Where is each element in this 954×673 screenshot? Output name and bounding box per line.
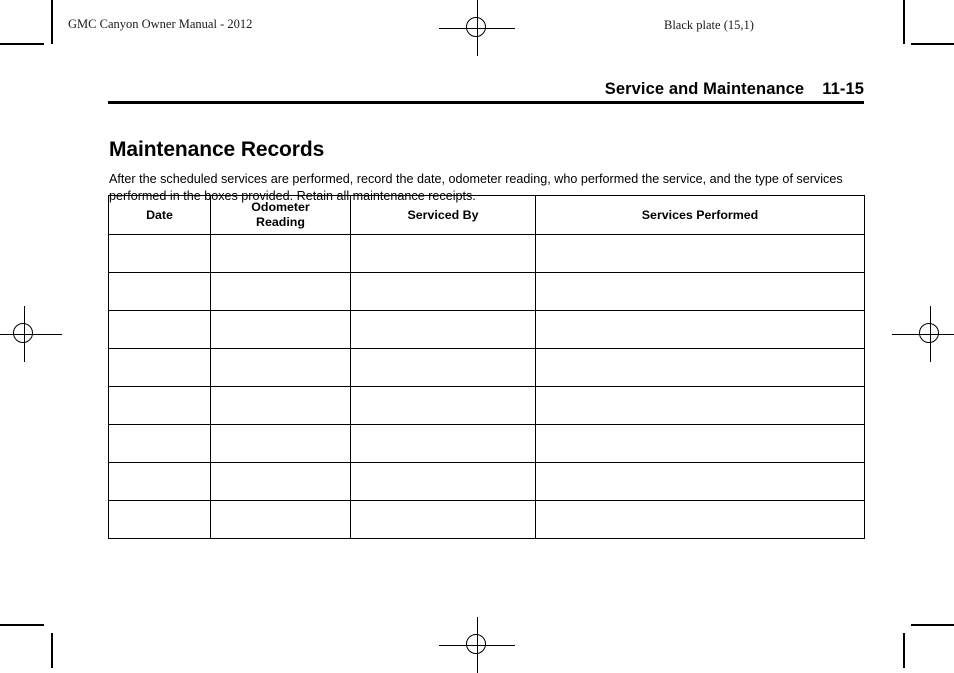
table-row — [108, 500, 865, 539]
column-header-date: Date — [108, 195, 211, 235]
table-row — [108, 424, 865, 463]
black-plate-note: Black plate (15,1) — [664, 18, 754, 32]
corner-crop-mark-icon — [911, 43, 954, 45]
cell-odometer[interactable] — [210, 310, 351, 349]
cell-services-performed[interactable] — [535, 386, 865, 425]
cell-date[interactable] — [108, 424, 211, 463]
registration-crosshair-icon — [919, 323, 939, 343]
cell-odometer[interactable] — [210, 348, 351, 387]
column-header-odometer-line1: Odometer — [251, 200, 310, 214]
page-title: Maintenance Records — [109, 138, 325, 162]
table-row — [108, 348, 865, 387]
cell-odometer[interactable] — [210, 386, 351, 425]
cell-serviced-by[interactable] — [350, 348, 536, 387]
page-number: 11-15 — [822, 80, 864, 98]
cell-odometer[interactable] — [210, 500, 351, 539]
corner-crop-mark-icon — [0, 624, 44, 626]
cell-odometer[interactable] — [210, 424, 351, 463]
cell-date[interactable] — [108, 348, 211, 387]
table-header-row: Date Odometer Reading Serviced By Servic… — [108, 195, 865, 235]
cell-date[interactable] — [108, 500, 211, 539]
cell-odometer[interactable] — [210, 462, 351, 501]
cell-services-performed[interactable] — [535, 348, 865, 387]
cell-date[interactable] — [108, 234, 211, 273]
corner-crop-mark-icon — [903, 633, 905, 668]
cell-serviced-by[interactable] — [350, 234, 536, 273]
cell-serviced-by[interactable] — [350, 424, 536, 463]
cell-date[interactable] — [108, 272, 211, 311]
cell-date[interactable] — [108, 462, 211, 501]
manual-title-running-head: GMC Canyon Owner Manual - 2012 — [68, 17, 253, 31]
cell-services-performed[interactable] — [535, 500, 865, 539]
corner-crop-mark-icon — [911, 624, 954, 626]
cell-services-performed[interactable] — [535, 272, 865, 311]
column-header-services-performed: Services Performed — [535, 195, 865, 235]
registration-crosshair-icon — [13, 323, 33, 343]
cell-date[interactable] — [108, 310, 211, 349]
column-header-odometer-reading: Odometer Reading — [210, 195, 351, 235]
section-title: Service and Maintenance — [604, 80, 805, 98]
corner-crop-mark-icon — [903, 0, 905, 44]
column-header-serviced-by: Serviced By — [350, 195, 536, 235]
cell-serviced-by[interactable] — [350, 462, 536, 501]
cell-services-performed[interactable] — [535, 424, 865, 463]
registration-crosshair-icon — [466, 634, 486, 654]
table-row — [108, 310, 865, 349]
table-body — [108, 234, 865, 539]
cell-services-performed[interactable] — [535, 462, 865, 501]
maintenance-records-table: Date Odometer Reading Serviced By Servic… — [108, 195, 865, 539]
table-row — [108, 386, 865, 425]
table-row — [108, 462, 865, 501]
column-header-odometer-line2: Reading — [256, 215, 305, 229]
cell-serviced-by[interactable] — [350, 310, 536, 349]
cell-serviced-by[interactable] — [350, 272, 536, 311]
table-row — [108, 272, 865, 311]
corner-crop-mark-icon — [51, 0, 53, 44]
cell-serviced-by[interactable] — [350, 500, 536, 539]
cell-serviced-by[interactable] — [350, 386, 536, 425]
table-row — [108, 234, 865, 273]
corner-crop-mark-icon — [51, 633, 53, 668]
section-header-rule — [108, 101, 864, 104]
registration-crosshair-icon — [466, 17, 486, 37]
cell-odometer[interactable] — [210, 272, 351, 311]
cell-services-performed[interactable] — [535, 310, 865, 349]
cell-odometer[interactable] — [210, 234, 351, 273]
corner-crop-mark-icon — [0, 43, 44, 45]
cell-date[interactable] — [108, 386, 211, 425]
cell-services-performed[interactable] — [535, 234, 865, 273]
section-header: Service and Maintenance 11-15 — [108, 80, 864, 99]
